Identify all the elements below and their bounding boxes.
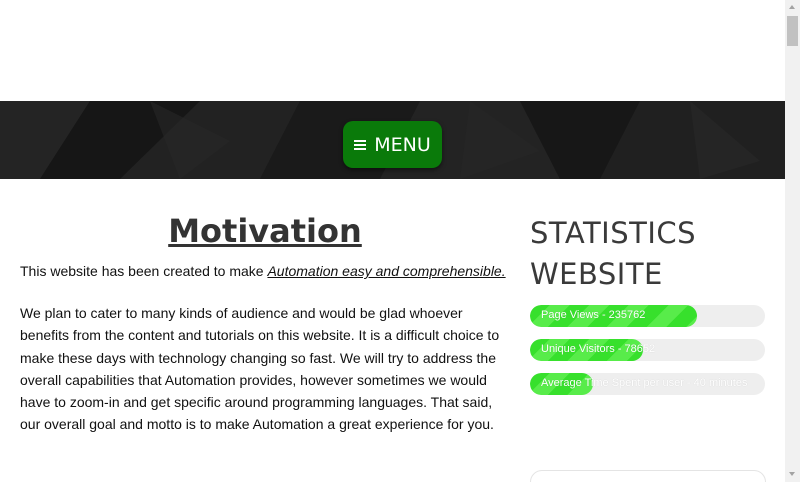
stat-bar-unique-visitors: Unique Visitors - 78652 <box>530 339 765 361</box>
main-content: Motivation This website has been created… <box>20 212 510 436</box>
scroll-down-arrow-icon[interactable] <box>789 472 795 476</box>
vertical-scrollbar[interactable] <box>785 0 800 482</box>
sidebar-card <box>530 470 766 482</box>
stat-label: Unique Visitors - 78652 <box>541 343 656 355</box>
menu-button[interactable]: MENU <box>343 121 442 168</box>
intro-link[interactable]: Automation easy and comprehensible. <box>267 263 505 279</box>
motivation-paragraph: We plan to cater to many kinds of audien… <box>20 305 500 433</box>
top-blank-area <box>0 0 785 101</box>
scrollbar-thumb[interactable] <box>787 16 798 46</box>
stat-label: Page Views - 235762 <box>541 309 646 321</box>
scroll-up-arrow-icon[interactable] <box>789 5 795 9</box>
page: MENU Motivation This website has been cr… <box>0 0 785 482</box>
intro-text: This website has been created to make Au… <box>20 260 510 282</box>
stat-bar-page-views: Page Views - 235762 <box>530 305 765 327</box>
hamburger-icon <box>354 139 367 150</box>
menu-label: MENU <box>374 133 431 156</box>
statistics-title: STATISTICS WEBSITE <box>530 216 697 291</box>
intro-prefix: This website has been created to make <box>20 263 268 279</box>
statistics-sidebar: STATISTICS WEBSITE Page Views - 235762 U… <box>530 213 765 407</box>
page-title: Motivation <box>168 212 362 250</box>
stat-bar-average-time: Average Time Spent per user - 40 minutes <box>530 373 765 395</box>
stat-label: Average Time Spent per user - 40 minutes <box>541 377 748 389</box>
